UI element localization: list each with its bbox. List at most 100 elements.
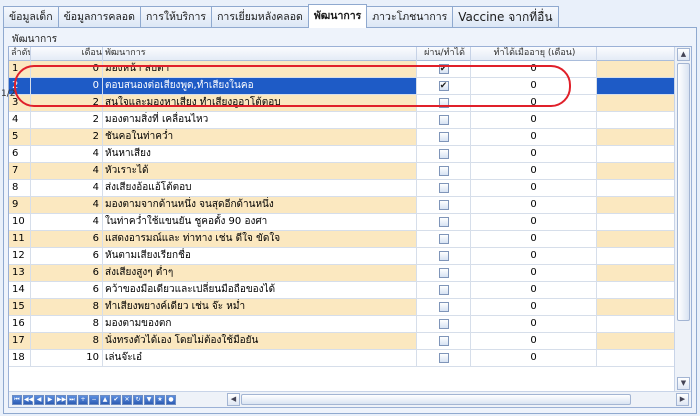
append-icon[interactable]: + — [78, 395, 88, 405]
table-row[interactable]: 8 4 ส่งเสียงอ้อแอ้โต้ตอบ 0 — [9, 180, 674, 197]
table-row[interactable]: 2 0 ตอบสนองต่อเสียงพูด,ทำเสียงในคอ ✔ 0 — [9, 78, 674, 95]
development-cell: มองตามของตก — [103, 316, 417, 332]
prev-page-icon[interactable]: ◀◀ — [23, 395, 33, 405]
passed-checkbox[interactable] — [438, 319, 449, 329]
scroll-right-icon[interactable]: ▶ — [676, 393, 689, 406]
age-cell: 0 — [471, 197, 597, 213]
passed-checkbox[interactable] — [438, 251, 449, 261]
vertical-scrollbar[interactable]: ▲ ▼ — [674, 47, 691, 392]
age-cell: 0 — [471, 129, 597, 145]
edit-icon[interactable]: ▲ — [100, 395, 110, 405]
first-icon[interactable]: ⏮ — [12, 395, 22, 405]
month-cell: 8 — [31, 316, 103, 332]
passed-checkbox[interactable] — [438, 285, 449, 295]
age-cell: 0 — [471, 282, 597, 298]
refresh-icon[interactable]: ↻ — [133, 395, 143, 405]
passed-checkbox[interactable]: ✔ — [438, 81, 449, 91]
development-cell: ส่งเสียงอ้อแอ้โต้ตอบ — [103, 180, 417, 196]
column-header-0[interactable]: ลำดับ — [9, 47, 31, 61]
cancel-icon[interactable]: ✕ — [122, 395, 132, 405]
passed-checkbox[interactable] — [438, 115, 449, 125]
column-header-3[interactable]: ผ่าน/ทำได้ — [417, 47, 471, 61]
table-row[interactable]: 15 8 ทำเสียงพยางค์เดียว เช่น จ๊ะ หม่ำ 0 — [9, 299, 674, 316]
table-row[interactable]: 4 2 มองตามสิ่งที่ เคลื่อนไหว 0 — [9, 112, 674, 129]
passed-checkbox[interactable] — [438, 132, 449, 142]
table-row[interactable]: 3 2 สนใจและมองหาเสียง ทำเสียงอูอาโต้ตอบ 0 — [9, 95, 674, 112]
post-icon[interactable]: ✔ — [111, 395, 121, 405]
passed-cell — [417, 248, 471, 264]
development-cell: ในท่าคว่ำใช้แขนยัน ชูคอตั้ง 90 องศา — [103, 214, 417, 230]
passed-checkbox[interactable] — [438, 217, 449, 227]
passed-checkbox[interactable] — [438, 234, 449, 244]
row-number: 4 — [9, 112, 31, 128]
passed-cell — [417, 197, 471, 213]
tab-5[interactable]: ภาวะโภชนาการ — [366, 6, 454, 28]
tab-3[interactable]: การเยี่ยมหลังคลอด — [211, 6, 309, 28]
row-number: 10 — [9, 214, 31, 230]
tab-2[interactable]: การให้บริการ — [139, 6, 213, 28]
tab-6[interactable]: Vaccine จากที่อื่น — [452, 6, 559, 28]
tab-4[interactable]: พัฒนาการ — [307, 4, 368, 28]
development-cell: สนใจและมองหาเสียง ทำเสียงอูอาโต้ตอบ — [103, 95, 417, 111]
passed-checkbox[interactable] — [438, 200, 449, 210]
filter-icon[interactable]: ▼ — [144, 395, 154, 405]
table-row[interactable]: 12 6 หันตามเสียงเรียกชื่อ 0 — [9, 248, 674, 265]
row-number: 5 — [9, 129, 31, 145]
development-grid[interactable]: ลำดับ เดือน พัฒนาการ ผ่าน/ทำได้ ทำได้เมื่ออา… — [8, 46, 692, 408]
horizontal-scroll-thumb[interactable] — [241, 394, 631, 405]
table-row[interactable]: 14 6 คว้าของมือเดียวและเปลี่ยนมือถือของได้… — [9, 282, 674, 299]
table-row[interactable]: 7 4 หัวเราะได้ 0 — [9, 163, 674, 180]
table-row[interactable]: 10 4 ในท่าคว่ำใช้แขนยัน ชูคอตั้ง 90 องศา 0 — [9, 214, 674, 231]
passed-checkbox[interactable] — [438, 302, 449, 312]
passed-checkbox[interactable] — [438, 353, 449, 363]
passed-cell — [417, 95, 471, 111]
row-number: 13 — [9, 265, 31, 281]
table-row[interactable]: 6 4 หันหาเสียง 0 — [9, 146, 674, 163]
bookmark-icon[interactable]: ★ — [155, 395, 165, 405]
next-page-icon[interactable]: ▶▶ — [56, 395, 66, 405]
next-icon[interactable]: ▶ — [45, 395, 55, 405]
delete-icon[interactable]: − — [89, 395, 99, 405]
column-header-2[interactable]: พัฒนาการ — [103, 47, 417, 61]
month-cell: 8 — [31, 333, 103, 349]
table-row[interactable]: 5 2 ชันคอในท่าคว่ำ 0 — [9, 129, 674, 146]
passed-checkbox[interactable] — [438, 98, 449, 108]
table-row[interactable]: 16 8 มองตามของตก 0 — [9, 316, 674, 333]
scroll-down-icon[interactable]: ▼ — [677, 377, 690, 390]
table-row[interactable]: 11 6 แสดงอารมณ์และ ท่าทาง เช่น ดีใจ ขัดใจ 0 — [9, 231, 674, 248]
vertical-scroll-thumb[interactable] — [677, 63, 690, 321]
prev-icon[interactable]: ◀ — [34, 395, 44, 405]
development-cell: มองหน้า สบตา — [103, 61, 417, 77]
table-row[interactable]: 18 10 เล่นจ๊ะเอ๋ 0 — [9, 350, 674, 367]
passed-checkbox[interactable]: ✔ — [438, 64, 449, 74]
last-icon[interactable]: ⏭ — [67, 395, 77, 405]
table-row[interactable]: 13 6 ส่งเสียงสูงๆ ต่ำๆ 0 — [9, 265, 674, 282]
table-row[interactable]: 1 0 มองหน้า สบตา ✔ 0 — [9, 61, 674, 78]
development-cell: ชันคอในท่าคว่ำ — [103, 129, 417, 145]
passed-cell — [417, 265, 471, 281]
tab-0[interactable]: ข้อมูลเด็ก — [3, 6, 59, 28]
section-title: พัฒนาการ — [12, 34, 58, 45]
scroll-left-icon[interactable]: ◀ — [227, 393, 240, 406]
passed-checkbox[interactable] — [438, 268, 449, 278]
passed-cell — [417, 231, 471, 247]
month-cell: 4 — [31, 180, 103, 196]
month-cell: 2 — [31, 95, 103, 111]
passed-checkbox[interactable] — [438, 336, 449, 346]
column-header-4[interactable]: ทำได้เมื่ออายุ (เดือน) — [471, 47, 597, 61]
development-cell: หันหาเสียง — [103, 146, 417, 162]
column-header-1[interactable]: เดือน — [31, 47, 103, 61]
tab-1[interactable]: ข้อมูลการคลอด — [57, 6, 141, 28]
age-cell: 0 — [471, 299, 597, 315]
passed-checkbox[interactable] — [438, 183, 449, 193]
table-row[interactable]: 17 8 นั่งทรงตัวได้เอง โดยไม่ต้องใช้มือยัน 0 — [9, 333, 674, 350]
scroll-up-icon[interactable]: ▲ — [677, 48, 690, 61]
row-number: 12 — [9, 248, 31, 264]
age-cell: 0 — [471, 61, 597, 77]
goto-icon[interactable]: ● — [166, 395, 176, 405]
passed-cell: ✔ — [417, 78, 471, 94]
table-row[interactable]: 9 4 มองตามจากด้านหนึ่ง จนสุดอีกด้านหนึ่ง 0 — [9, 197, 674, 214]
passed-checkbox[interactable] — [438, 149, 449, 159]
age-cell: 0 — [471, 146, 597, 162]
passed-checkbox[interactable] — [438, 166, 449, 176]
